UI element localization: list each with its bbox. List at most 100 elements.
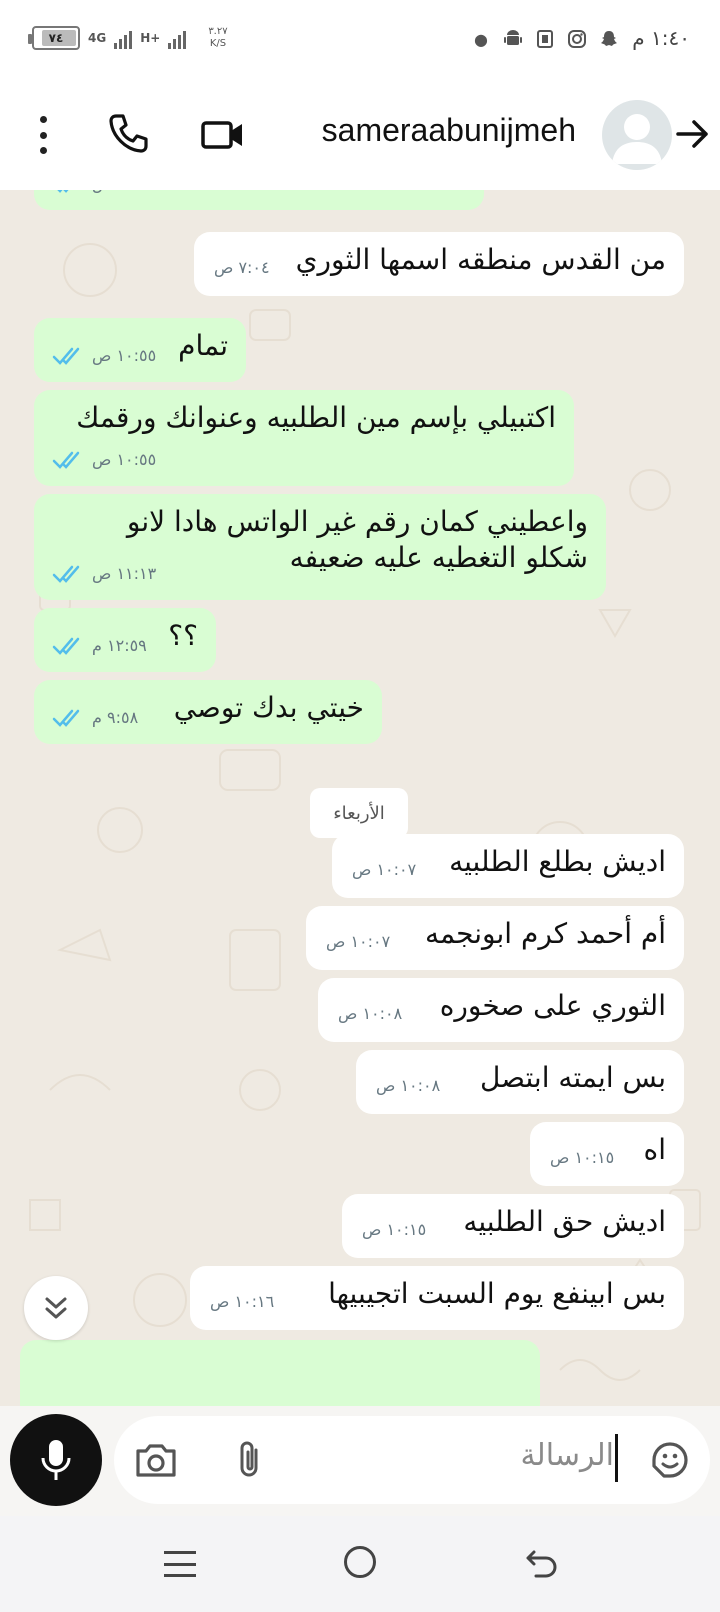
message-bubble-incoming[interactable]: أم أحمد كرم ابونجمه ١٠:٠٧ ص — [306, 906, 684, 970]
message-meta: ٧:٠٤ ص — [214, 250, 270, 286]
message-text: اكتبيلي بإسم مين الطلبيه وعنوانك ورقمك — [76, 401, 556, 434]
message-input[interactable]: الرسالة — [114, 1416, 710, 1504]
message-bubble-outgoing[interactable]: تمام ١٠:٥٥ ص — [34, 318, 246, 382]
phone-icon[interactable] — [104, 110, 152, 158]
chat-header: sameraabunijmeh — [0, 84, 720, 190]
day-separator: الأربعاء — [310, 788, 408, 838]
message-time: ١١:١٣ ص — [92, 564, 157, 583]
message-text: من القدس منطقه اسمها الثوري — [295, 243, 666, 276]
network-speed: ٣.٢٧ K/S — [208, 26, 227, 50]
message-meta: ١٠:١٦ ص — [210, 1284, 274, 1320]
message-text: اه — [643, 1133, 666, 1166]
contact-name[interactable]: sameraabunijmeh — [322, 112, 576, 149]
nav-back-icon[interactable] — [522, 1544, 562, 1584]
message-bubble-incoming[interactable]: الثوري على صخوره ١٠:٠٨ ص — [318, 978, 684, 1042]
nav-recent-icon[interactable] — [164, 1548, 196, 1580]
message-text-line-1: واعطيني كمان رقم غير الواتس هادا لانو — [126, 505, 588, 538]
speed-value: ٣.٢٧ — [208, 26, 228, 37]
network-type-1: 4G — [88, 31, 107, 45]
message-bubble-outgoing[interactable]: اكتبيلي بإسم مين الطلبيه وعنوانك ورقمك ١… — [34, 390, 574, 486]
message-time: ١٠:١٥ ص — [362, 1220, 427, 1239]
message-bubble-incoming[interactable]: بس ابينفع يوم السبت اتجيبيها ١٠:١٦ ص — [190, 1266, 684, 1330]
message-time: ١٠:٥٥ ص — [92, 346, 157, 365]
message-text: الثوري على صخوره — [439, 989, 666, 1022]
message-time: ٩:٥٨ م — [92, 708, 139, 727]
message-bubble-outgoing[interactable]: خيتي بدك توصي ٩:٥٨ م — [34, 680, 382, 744]
status-bar: ٧٤ 4G H+ ٣.٢٧ K/S ● ١:٤٠ م — [0, 0, 720, 84]
message-time: ١٠:١٦ ص — [210, 1292, 275, 1311]
notification-icons: ● — [470, 28, 620, 50]
message-bubble-incoming[interactable]: اديش بطلع الطلبيه ١٠:٠٧ ص — [332, 834, 684, 898]
android-icon — [502, 28, 524, 50]
message-meta: ١١:٤٧ ص — [52, 190, 156, 202]
message-meta: ١١:١٣ ص — [52, 556, 156, 592]
message-meta: ١٠:١٥ ص — [550, 1140, 614, 1176]
message-text: تمام — [178, 329, 228, 362]
message-meta: ١٠:١٥ ص — [362, 1212, 426, 1248]
signal-icon — [114, 27, 133, 49]
message-meta: ١٠:٠٧ ص — [352, 852, 416, 888]
nav-home-icon[interactable] — [344, 1546, 376, 1578]
double-check-icon — [52, 565, 80, 583]
message-time: ١٠:٥٥ ص — [92, 450, 157, 469]
message-text: اديش حق الطلبيه — [463, 1205, 666, 1238]
sticker-icon[interactable] — [646, 1436, 694, 1484]
message-meta: ١٠:٠٨ ص — [376, 1068, 440, 1104]
back-arrow-icon[interactable] — [672, 114, 712, 154]
message-time: ١٠:١٥ ص — [550, 1148, 615, 1167]
clock: ١:٤٠ م — [632, 26, 690, 50]
system-navigation-bar — [0, 1516, 720, 1612]
double-check-icon — [52, 637, 80, 655]
message-text: بس ابينفع يوم السبت اتجيبيها — [328, 1277, 666, 1310]
message-meta: ١٠:٠٧ ص — [326, 924, 390, 960]
message-bubble-outgoing[interactable]: ؟؟ ١٢:٥٩ م — [34, 608, 216, 672]
message-bubble-outgoing[interactable]: ١١:٤٧ ص — [34, 190, 484, 210]
message-time: ١٠:٠٨ ص — [376, 1076, 441, 1095]
message-meta: ١٢:٥٩ م — [52, 628, 147, 664]
message-bubble-outgoing[interactable]: واعطيني كمان رقم غير الواتس هادا لانو شك… — [34, 494, 606, 600]
chat-area[interactable]: ١١:٤٧ ص من القدس منطقه اسمها الثوري ٧:٠٤… — [0, 190, 720, 1406]
network-type-2: H+ — [140, 31, 161, 45]
message-text: اديش بطلع الطلبيه — [449, 845, 666, 878]
menu-icon[interactable] — [28, 112, 58, 158]
battery-percent: ٧٤ — [48, 31, 64, 45]
status-left-cluster: ٧٤ 4G H+ ٣.٢٧ K/S — [28, 26, 228, 50]
speed-unit: K/S — [209, 38, 227, 49]
signal-icon-2 — [168, 27, 187, 49]
message-time: ١٠:٠٧ ص — [352, 860, 417, 879]
message-meta: ١٠:٥٥ ص — [52, 442, 156, 478]
message-text: ؟؟ — [168, 619, 198, 652]
microphone-icon[interactable] — [10, 1414, 102, 1506]
message-bubble-incoming[interactable]: اديش حق الطلبيه ١٠:١٥ ص — [342, 1194, 684, 1258]
message-time: ١٠:٠٨ ص — [338, 1004, 403, 1023]
text-caret — [615, 1434, 618, 1482]
sim-icon — [534, 28, 556, 50]
avatar-icon[interactable] — [602, 100, 672, 170]
double-check-icon — [52, 451, 80, 469]
attach-icon[interactable] — [226, 1436, 274, 1484]
message-bubble-incoming[interactable]: بس ايمته ابتصل ١٠:٠٨ ص — [356, 1050, 684, 1114]
double-check-icon — [52, 347, 80, 365]
dot-icon: ● — [474, 29, 488, 49]
snapchat-icon — [598, 28, 620, 50]
message-time: ١١:٤٧ ص — [92, 190, 156, 202]
instagram-icon — [566, 28, 588, 50]
double-check-icon — [52, 709, 80, 727]
message-time: ٧:٠٤ ص — [214, 258, 270, 277]
composer-bar: الرسالة — [0, 1406, 720, 1516]
message-text: بس ايمته ابتصل — [479, 1061, 666, 1094]
message-meta: ٩:٥٨ م — [52, 700, 138, 736]
message-bubble-incoming[interactable]: اه ١٠:١٥ ص — [530, 1122, 684, 1186]
message-text: خيتي بدك توصي — [173, 691, 364, 724]
video-call-icon[interactable] — [200, 112, 246, 158]
message-meta: ١٠:٠٨ ص — [338, 996, 402, 1032]
double-check-icon — [57, 190, 69, 193]
camera-icon[interactable] — [132, 1436, 180, 1484]
message-time: ١٢:٥٩ م — [92, 636, 147, 655]
scroll-down-icon[interactable] — [24, 1276, 88, 1340]
message-bubble-outgoing-partial[interactable] — [20, 1340, 540, 1406]
message-meta: ١٠:٥٥ ص — [52, 338, 156, 374]
message-text: أم أحمد كرم ابونجمه — [424, 917, 666, 950]
message-placeholder: الرسالة — [520, 1438, 614, 1473]
message-bubble-incoming[interactable]: من القدس منطقه اسمها الثوري ٧:٠٤ ص — [194, 232, 684, 296]
